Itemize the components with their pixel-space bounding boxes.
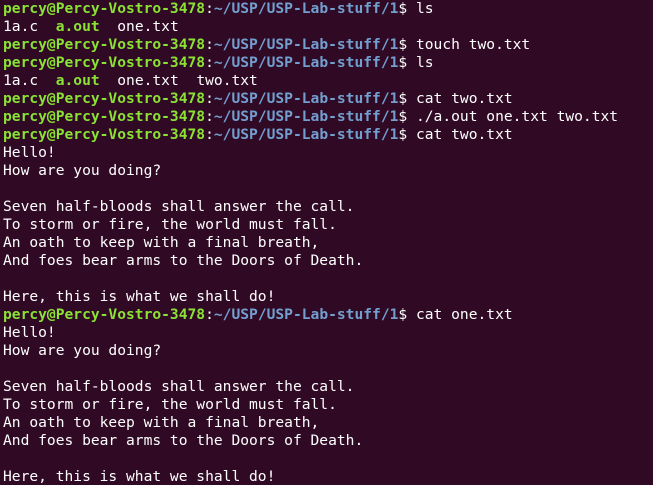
prompt-colon: : xyxy=(205,108,214,125)
output-line: An oath to keep with a final breath, xyxy=(3,414,653,432)
output-line: And foes bear arms to the Doors of Death… xyxy=(3,252,653,270)
output-line: Here, this is what we shall do! xyxy=(3,288,653,306)
output-line: An oath to keep with a final breath, xyxy=(3,234,653,252)
output-line: Seven half-bloods shall answer the call. xyxy=(3,198,653,216)
output-line: How are you doing? xyxy=(3,342,653,360)
prompt-symbol: $ xyxy=(398,126,408,143)
output-line: How are you doing? xyxy=(3,162,653,180)
prompt-user-host: percy@Percy-Vostro-3478 xyxy=(3,54,206,71)
executable-file-name: a.out xyxy=(55,18,100,35)
prompt-line: percy@Percy-Vostro-3478:~/USP/USP-Lab-st… xyxy=(3,126,653,144)
output-line: Seven half-bloods shall answer the call. xyxy=(3,378,653,396)
output-text: An oath to keep with a final breath, xyxy=(3,234,320,251)
listing-spacer xyxy=(179,72,197,89)
prompt-symbol: $ xyxy=(398,306,408,323)
prompt-path: ~/USP/USP-Lab-stuff/1 xyxy=(213,306,399,323)
prompt-line: percy@Percy-Vostro-3478:~/USP/USP-Lab-st… xyxy=(3,90,653,108)
output-text: Hello! xyxy=(3,144,56,161)
prompt-line: percy@Percy-Vostro-3478:~/USP/USP-Lab-st… xyxy=(3,36,653,54)
command-text: ls xyxy=(407,54,434,71)
ls-output-line: 1a.c a.out one.txt two.txt xyxy=(3,72,653,90)
command-text: touch two.txt xyxy=(407,36,531,53)
ls-output-line: 1a.c a.out one.txt xyxy=(3,18,653,36)
output-text: An oath to keep with a final breath, xyxy=(3,414,320,431)
output-text: Here, this is what we shall do! xyxy=(3,468,276,485)
command-text: ls xyxy=(407,0,434,17)
output-line: Hello! xyxy=(3,144,653,162)
listing-spacer xyxy=(100,18,118,35)
prompt-path: ~/USP/USP-Lab-stuff/1 xyxy=(213,126,399,143)
listing-spacer xyxy=(100,72,118,89)
prompt-path: ~/USP/USP-Lab-stuff/1 xyxy=(213,108,399,125)
prompt-path: ~/USP/USP-Lab-stuff/1 xyxy=(213,54,399,71)
prompt-symbol: $ xyxy=(398,90,408,107)
output-line: To storm or fire, the world must fall. xyxy=(3,216,653,234)
listing-spacer xyxy=(38,18,56,35)
prompt-user-host: percy@Percy-Vostro-3478 xyxy=(3,306,206,323)
prompt-user-host: percy@Percy-Vostro-3478 xyxy=(3,36,206,53)
command-text: ./a.out one.txt two.txt xyxy=(407,108,619,125)
prompt-colon: : xyxy=(205,0,214,17)
prompt-symbol: $ xyxy=(398,108,408,125)
file-name: 1a.c xyxy=(3,72,39,89)
prompt-path: ~/USP/USP-Lab-stuff/1 xyxy=(213,0,399,17)
output-text: To storm or fire, the world must fall. xyxy=(3,396,337,413)
prompt-symbol: $ xyxy=(398,36,408,53)
prompt-user-host: percy@Percy-Vostro-3478 xyxy=(3,90,206,107)
output-line: Here, this is what we shall do! xyxy=(3,468,653,485)
prompt-colon: : xyxy=(205,126,214,143)
prompt-line: percy@Percy-Vostro-3478:~/USP/USP-Lab-st… xyxy=(3,0,653,18)
prompt-line: percy@Percy-Vostro-3478:~/USP/USP-Lab-st… xyxy=(3,108,653,126)
command-text: cat one.txt xyxy=(407,306,513,323)
output-text: Seven half-bloods shall answer the call. xyxy=(3,198,355,215)
prompt-colon: : xyxy=(205,36,214,53)
output-text: Seven half-bloods shall answer the call. xyxy=(3,378,355,395)
listing-spacer xyxy=(38,72,56,89)
prompt-user-host: percy@Percy-Vostro-3478 xyxy=(3,126,206,143)
prompt-colon: : xyxy=(205,90,214,107)
output-text: Hello! xyxy=(3,324,56,341)
output-text: How are you doing? xyxy=(3,162,162,179)
file-name: one.txt xyxy=(117,18,179,35)
output-line: To storm or fire, the world must fall. xyxy=(3,396,653,414)
output-text: How are you doing? xyxy=(3,342,162,359)
output-text: And foes bear arms to the Doors of Death… xyxy=(3,432,364,449)
prompt-colon: : xyxy=(205,54,214,71)
output-text: Here, this is what we shall do! xyxy=(3,288,276,305)
prompt-colon: : xyxy=(205,306,214,323)
output-line: Hello! xyxy=(3,324,653,342)
prompt-user-host: percy@Percy-Vostro-3478 xyxy=(3,0,206,17)
prompt-user-host: percy@Percy-Vostro-3478 xyxy=(3,108,206,125)
file-name: 1a.c xyxy=(3,18,39,35)
output-text: To storm or fire, the world must fall. xyxy=(3,216,337,233)
prompt-line: percy@Percy-Vostro-3478:~/USP/USP-Lab-st… xyxy=(3,54,653,72)
executable-file-name: a.out xyxy=(55,72,100,89)
terminal-window[interactable]: percy@Percy-Vostro-3478:~/USP/USP-Lab-st… xyxy=(0,0,653,485)
prompt-path: ~/USP/USP-Lab-stuff/1 xyxy=(213,36,399,53)
output-line: And foes bear arms to the Doors of Death… xyxy=(3,432,653,450)
file-name: one.txt xyxy=(117,72,179,89)
prompt-line: percy@Percy-Vostro-3478:~/USP/USP-Lab-st… xyxy=(3,306,653,324)
prompt-symbol: $ xyxy=(398,0,408,17)
file-name: two.txt xyxy=(196,72,258,89)
output-text: And foes bear arms to the Doors of Death… xyxy=(3,252,364,269)
prompt-symbol: $ xyxy=(398,54,408,71)
command-text: cat two.txt xyxy=(407,90,513,107)
prompt-path: ~/USP/USP-Lab-stuff/1 xyxy=(213,90,399,107)
command-text: cat two.txt xyxy=(407,126,513,143)
